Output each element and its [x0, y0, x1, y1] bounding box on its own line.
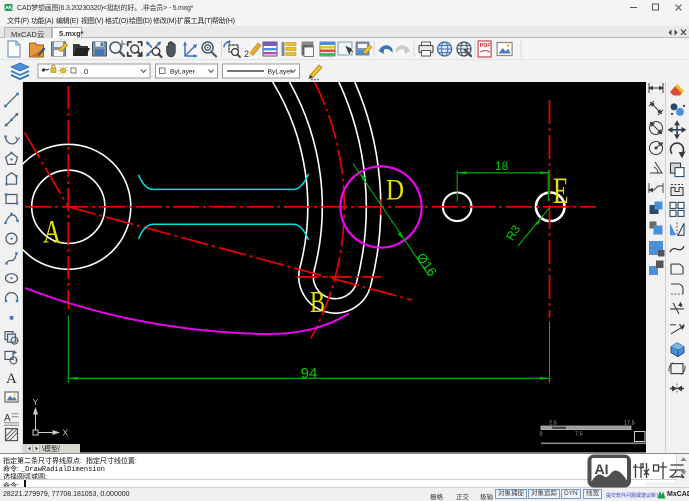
svg-text:A: A	[6, 371, 17, 387]
svg-text:18: 18	[495, 159, 509, 173]
svg-text:2: 2	[244, 49, 249, 59]
svg-text:0: 0	[540, 432, 543, 438]
svg-text:A: A	[43, 215, 61, 251]
svg-text:ByLayer: ByLayer	[268, 69, 294, 76]
svg-text:PDF: PDF	[480, 43, 492, 49]
svg-text:94: 94	[301, 365, 318, 382]
svg-text:B: B	[310, 284, 325, 319]
svg-text:17.5: 17.5	[624, 421, 635, 427]
svg-text:ByLayer: ByLayer	[170, 69, 196, 76]
svg-text:0: 0	[84, 67, 88, 76]
svg-text:A: A	[4, 413, 11, 424]
svg-text:D: D	[386, 174, 404, 207]
svg-text:E: E	[553, 171, 569, 212]
svg-text:AI: AI	[594, 461, 608, 477]
svg-text:X: X	[63, 428, 69, 438]
svg-text:Y: Y	[33, 397, 39, 407]
svg-text:7.5: 7.5	[575, 432, 583, 438]
svg-text:2.5: 2.5	[549, 421, 557, 427]
